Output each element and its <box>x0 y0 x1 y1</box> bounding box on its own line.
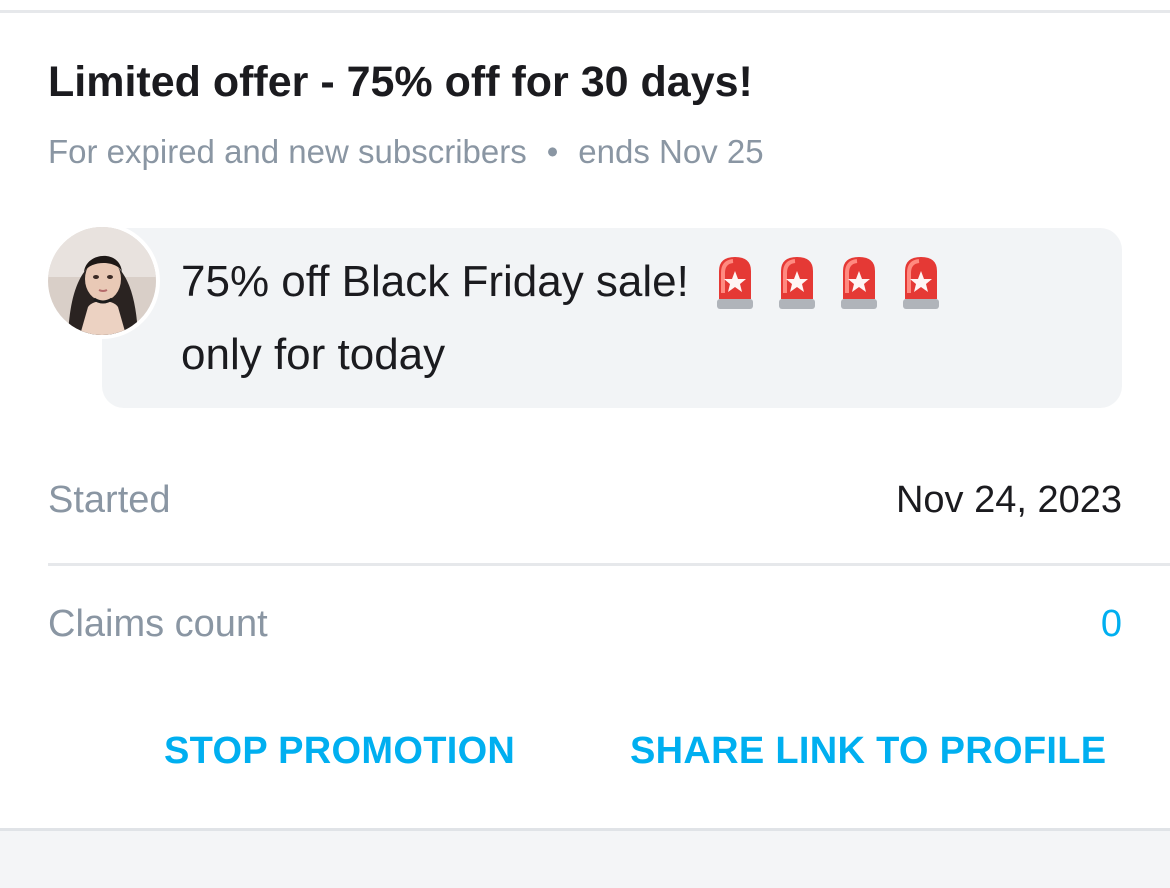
promotion-subtitle: For expired and new subscribers • ends Nov… <box>48 133 764 171</box>
rotating-light-icon <box>840 257 877 309</box>
rotating-light-icon <box>778 257 815 309</box>
claims-label: Claims count <box>48 602 268 645</box>
details-divider <box>48 563 1170 566</box>
promotion-title: Limited offer - 75% off for 30 days! <box>48 58 753 106</box>
message-text-1: 75% off Black Friday sale! <box>181 257 689 306</box>
started-value: Nov 24, 2023 <box>895 478 1122 521</box>
promotion-end-date: ends Nov 25 <box>578 133 764 170</box>
message-line-1: 75% off Black Friday sale! <box>181 253 945 311</box>
stop-promotion-button[interactable]: STOP PROMOTION <box>164 730 515 773</box>
page-background-strip <box>0 831 1170 888</box>
rotating-light-icon <box>716 257 753 309</box>
claims-row: Claims count 0 <box>48 592 1122 656</box>
started-row: Started Nov 24, 2023 <box>48 468 1122 532</box>
rotating-light-icon <box>902 257 939 309</box>
promotion-audience: For expired and new subscribers <box>48 133 527 170</box>
promotion-page: Limited offer - 75% off for 30 days! For… <box>0 0 1170 888</box>
claims-value[interactable]: 0 <box>1101 603 1122 646</box>
share-link-button[interactable]: SHARE LINK TO PROFILE <box>630 730 1106 773</box>
promotion-message: 75% off Black Friday sale! only for toda… <box>48 227 1122 408</box>
promotion-card: Limited offer - 75% off for 30 days! For… <box>0 13 1170 828</box>
message-line-2: only for today <box>181 330 446 379</box>
started-label: Started <box>48 478 171 521</box>
separator-dot: • <box>546 133 559 170</box>
siren-emoji-group <box>711 253 945 311</box>
avatar[interactable] <box>48 227 156 335</box>
